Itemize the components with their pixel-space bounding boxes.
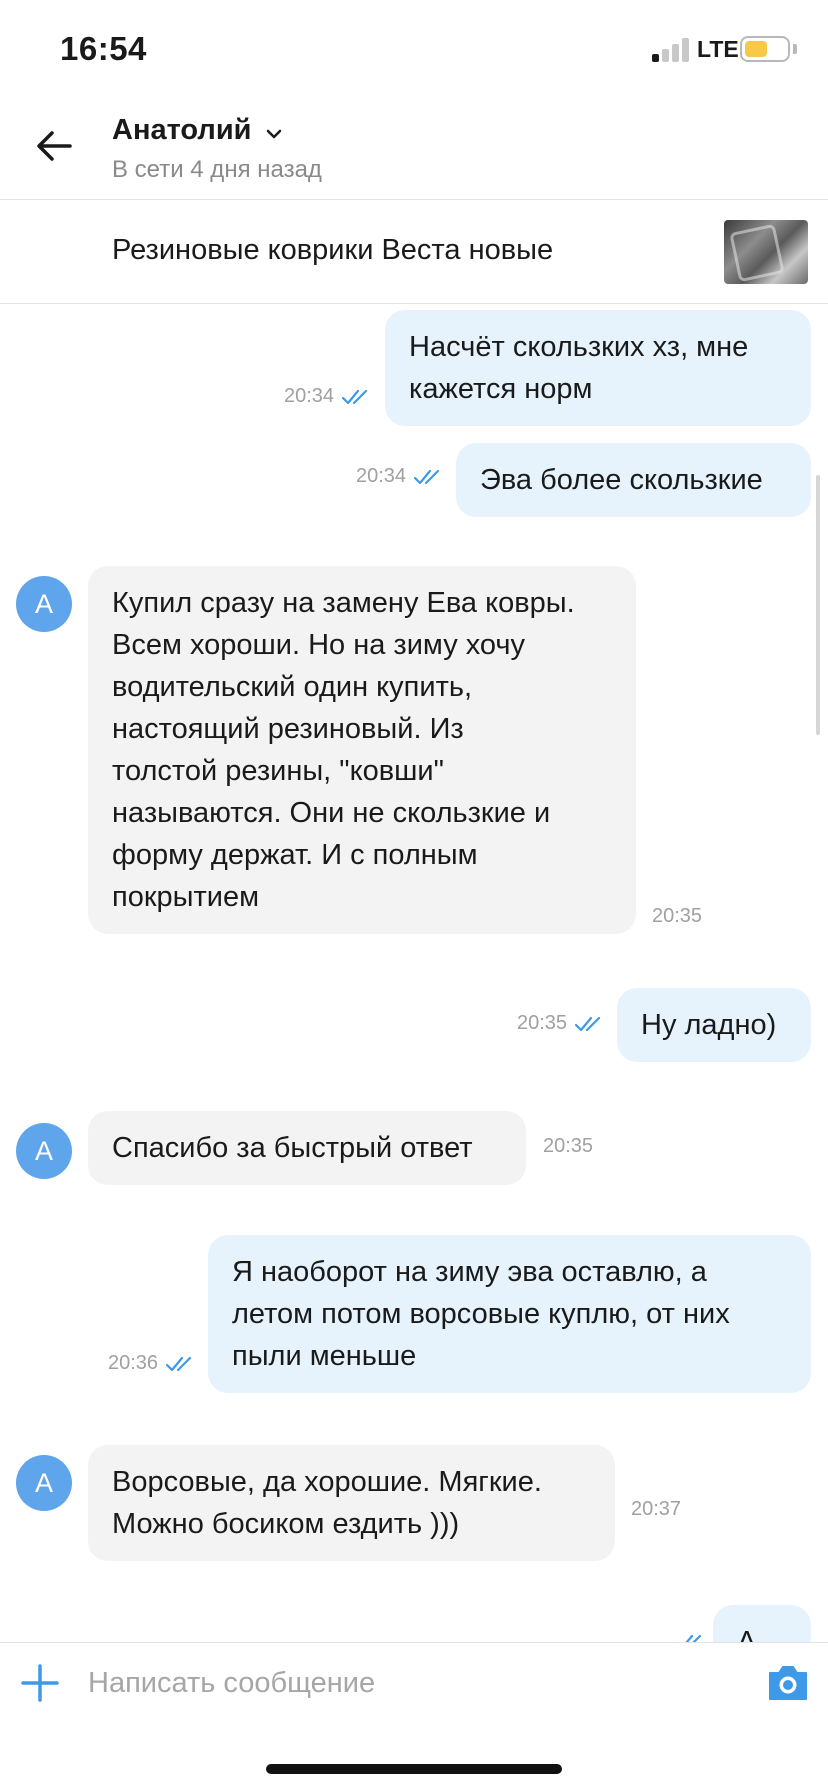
message-line: А [737, 1626, 757, 1642]
outgoing-message[interactable]: Насчёт скользких хз, мне кажется норм [385, 310, 811, 426]
avatar[interactable]: А [16, 576, 72, 632]
message-line: Я наоборот на зиму эва оставлю, а [232, 1256, 707, 1288]
message-line: Эва более скользкие [480, 464, 763, 496]
arrow-left-icon[interactable] [32, 124, 76, 168]
message-line: Ну ладно) [641, 1009, 777, 1041]
listing-title[interactable]: Резиновые коврики Веста новые [112, 234, 553, 267]
outgoing-message[interactable]: Я наоборот на зиму эва оставлю, а летом … [208, 1235, 811, 1393]
message-time: 20:35 [543, 1135, 594, 1157]
message-line: Можно босиком ездить ))) [112, 1508, 460, 1540]
message-time: 20:35 [517, 1012, 568, 1034]
avatar[interactable]: А [16, 1455, 72, 1511]
message-meta: 20:37 [631, 1498, 681, 1521]
message-line: называются. Они не скользкие и [112, 797, 551, 829]
message-meta: 20:35 [517, 1012, 605, 1035]
signal-icon [652, 38, 692, 62]
message-meta [676, 1633, 706, 1642]
outgoing-message[interactable]: Эва более скользкие [456, 443, 811, 517]
message-line: покрытием [112, 881, 260, 913]
message-line: Насчёт скользких хз, мне [409, 331, 749, 363]
plus-icon[interactable] [20, 1663, 60, 1703]
message-meta: 20:36 [108, 1352, 196, 1375]
listing-bar[interactable]: Резиновые коврики Веста новые [0, 200, 828, 304]
message-line: летом потом ворсовые куплю, от них [232, 1298, 730, 1330]
message-time: 20:35 [652, 905, 703, 927]
double-check-icon [676, 1634, 702, 1642]
scrollbar[interactable] [816, 475, 820, 735]
message-meta: 20:34 [356, 465, 444, 488]
double-check-icon [342, 389, 368, 404]
double-check-icon [166, 1356, 192, 1371]
outgoing-message[interactable]: А [713, 1605, 811, 1642]
message-line: пыли меньше [232, 1340, 417, 1372]
double-check-icon [575, 1016, 601, 1031]
battery-icon [740, 36, 790, 62]
camera-icon[interactable] [766, 1663, 810, 1703]
listing-thumbnail[interactable] [724, 220, 808, 284]
message-meta: 20:35 [543, 1135, 593, 1158]
message-line: Купил сразу на замену Ева ковры. [112, 587, 575, 619]
message-list[interactable]: Насчёт скользких хз, мне кажется норм 20… [0, 305, 828, 1642]
battery-tip [793, 44, 797, 54]
message-meta: 20:35 [652, 905, 702, 928]
contact-name[interactable]: Анатолий [112, 114, 251, 147]
message-line: Всем хороши. Но на зиму хочу [112, 629, 526, 661]
message-line: настоящий резиновый. Из [112, 713, 464, 745]
avatar[interactable]: А [16, 1123, 72, 1179]
chat-header: Анатолий В сети 4 дня назад [0, 96, 828, 200]
message-composer [0, 1642, 828, 1722]
message-line: толстой резины, "ковши" [112, 755, 444, 787]
outgoing-message[interactable]: Ну ладно) [617, 988, 811, 1062]
message-line: Ворсовые, да хорошие. Мягкие. [112, 1466, 542, 1498]
incoming-message[interactable]: Купил сразу на замену Ева ковры. Всем хо… [88, 566, 636, 934]
message-input[interactable] [88, 1657, 728, 1709]
message-line: водительский один купить, [112, 671, 473, 703]
home-indicator[interactable] [266, 1764, 562, 1774]
message-meta: 20:34 [284, 385, 372, 408]
network-label: LTE [697, 36, 739, 62]
message-time: 20:34 [356, 465, 407, 487]
double-check-icon [414, 469, 440, 484]
chevron-down-icon[interactable] [264, 124, 284, 144]
contact-status: В сети 4 дня назад [112, 156, 322, 183]
status-time: 16:54 [60, 30, 147, 67]
message-time: 20:37 [631, 1498, 682, 1520]
incoming-message[interactable]: Спасибо за быстрый ответ [88, 1111, 526, 1185]
message-time: 20:34 [284, 385, 335, 407]
message-line: Спасибо за быстрый ответ [112, 1132, 473, 1164]
message-time: 20:36 [108, 1352, 159, 1374]
message-line: кажется норм [409, 373, 593, 405]
chat-screen: 16:54 LTE Анатолий В сети 4 дня назад Ре… [0, 0, 828, 1792]
status-bar: 16:54 LTE [0, 0, 828, 96]
message-line: форму держат. И с полным [112, 839, 478, 871]
incoming-message[interactable]: Ворсовые, да хорошие. Мягкие. Можно боси… [88, 1445, 615, 1561]
